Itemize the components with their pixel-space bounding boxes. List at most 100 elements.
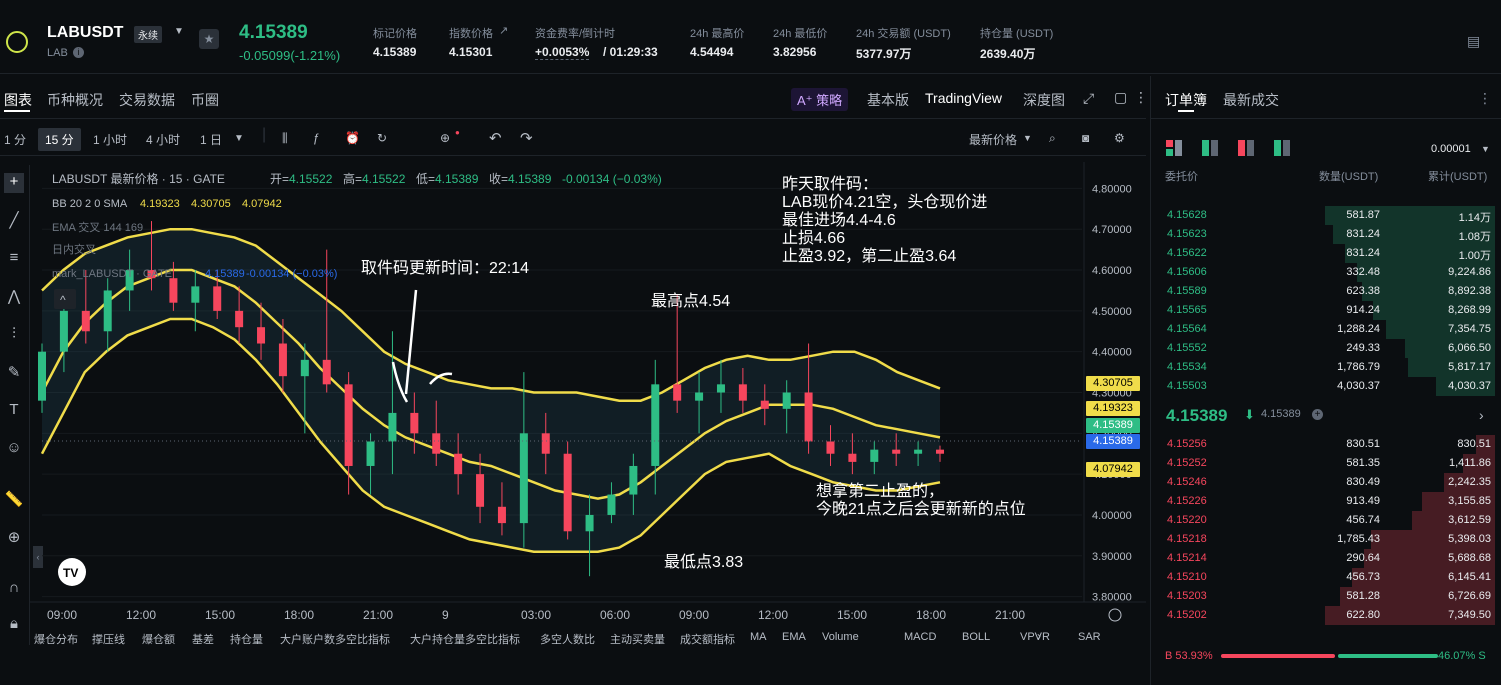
- tab-trading-data[interactable]: 交易数据: [119, 90, 175, 110]
- bid-row[interactable]: 4.15218 1,785.43 5,398.03: [1160, 530, 1495, 549]
- ask-row[interactable]: 4.15628 581.87 1.14万: [1160, 206, 1495, 225]
- camera-icon[interactable]: ◙: [1082, 131, 1089, 145]
- add-icon[interactable]: ⊕: [440, 131, 450, 145]
- candle-type-icon[interactable]: ⫼: [282, 131, 288, 146]
- chevron-up-icon[interactable]: ^: [60, 293, 66, 307]
- horizontal-lines-icon[interactable]: ≡: [4, 249, 24, 269]
- bid-row[interactable]: 4.15202 622.80 7,349.50: [1160, 606, 1495, 625]
- price-chart[interactable]: 取件码更新时间：22:14 昨天取件码： LAB现价4.21空，头仓现价进 最佳…: [30, 162, 1146, 630]
- indicators-icon[interactable]: ƒ: [313, 131, 320, 145]
- bid-row[interactable]: 4.15214 290.64 5,688.68: [1160, 549, 1495, 568]
- ask-row[interactable]: 4.15606 332.48 9,224.86: [1160, 263, 1495, 282]
- orderbook-trades-view-icon[interactable]: [1274, 140, 1292, 156]
- indicator-item[interactable]: 撑压线: [92, 631, 125, 647]
- more-icon[interactable]: ⋮: [1134, 89, 1148, 106]
- replay-icon[interactable]: ↻: [377, 131, 387, 145]
- lock-icon[interactable]: 🔒︎: [4, 615, 24, 635]
- bid-row[interactable]: 4.15226 913.49 3,155.85: [1160, 492, 1495, 511]
- indicator-item[interactable]: VPVR: [1020, 631, 1050, 643]
- interval-4h[interactable]: 4 小时: [146, 131, 180, 148]
- tab-orderbook[interactable]: 订单簿: [1165, 90, 1207, 110]
- indicator-item[interactable]: 多空人数比: [540, 631, 595, 647]
- info-icon[interactable]: i: [73, 47, 84, 58]
- indicator-item[interactable]: EMA: [782, 631, 806, 643]
- ask-row[interactable]: 4.15503 4,030.37 4,030.37: [1160, 377, 1495, 396]
- interval-1d[interactable]: 1 日: [200, 131, 222, 148]
- redo-icon[interactable]: ↷: [520, 129, 533, 147]
- undo-icon[interactable]: ↶: [489, 129, 502, 147]
- more-icon[interactable]: ⋮: [1478, 90, 1492, 107]
- fib-icon[interactable]: ⫶: [4, 325, 24, 345]
- alert-icon[interactable]: ⏰: [345, 131, 360, 145]
- tab-coin-overview[interactable]: 币种概况: [47, 90, 103, 110]
- indicator-item[interactable]: 基差: [192, 631, 214, 647]
- expand-icon[interactable]: ⤢: [1083, 90, 1094, 107]
- pattern-icon[interactable]: ⋀: [4, 287, 24, 307]
- bid-row[interactable]: 4.15252 581.35 1,411.86: [1160, 454, 1495, 473]
- indicator-item[interactable]: MACD: [904, 631, 936, 643]
- settings-gear-icon[interactable]: ⚙: [1114, 131, 1125, 145]
- ask-row[interactable]: 4.15589 623.38 8,892.38: [1160, 282, 1495, 301]
- tab-basic[interactable]: 基本版: [867, 90, 909, 110]
- bid-row[interactable]: 4.15210 456.73 6,145.41: [1160, 568, 1495, 587]
- chevron-down-icon[interactable]: ▼: [174, 26, 184, 37]
- brush-icon[interactable]: ✎: [4, 363, 24, 383]
- fullscreen-icon[interactable]: ▢: [1114, 89, 1127, 106]
- tab-tradingview[interactable]: TradingView: [925, 90, 1002, 106]
- orderbook-bids-view-icon[interactable]: [1202, 140, 1220, 156]
- ask-row[interactable]: 4.15534 1,786.79 5,817.17: [1160, 358, 1495, 377]
- favorite-star-icon[interactable]: ★: [199, 29, 219, 49]
- orderbook-both-view-icon[interactable]: [1166, 140, 1184, 156]
- bid-row[interactable]: 4.15203 581.28 6,726.69: [1160, 587, 1495, 606]
- ask-row[interactable]: 4.15622 831.24 1.00万: [1160, 244, 1495, 263]
- lab-logo-icon: [6, 31, 28, 53]
- text-tool-icon[interactable]: T: [4, 401, 24, 421]
- tab-recent-trades[interactable]: 最新成交: [1223, 90, 1279, 110]
- indicator-item[interactable]: 爆仓分布: [34, 631, 78, 647]
- indicator-item[interactable]: Volume: [822, 631, 859, 643]
- symbol-name[interactable]: LABUSDT: [47, 24, 123, 42]
- book-icon[interactable]: ▤: [1467, 33, 1480, 50]
- bid-row[interactable]: 4.15220 456.74 3,612.59: [1160, 511, 1495, 530]
- search-icon[interactable]: ⌕: [1049, 131, 1056, 146]
- price-tag: 4.15389: [1086, 418, 1140, 433]
- zoom-in-icon[interactable]: ⊕: [4, 528, 24, 548]
- ask-row[interactable]: 4.15564 1,288.24 7,354.75: [1160, 320, 1495, 339]
- ai-strategy-button[interactable]: A⁺ 策略: [791, 88, 849, 111]
- interval-1h[interactable]: 1 小时: [93, 131, 127, 148]
- tab-depth[interactable]: 深度图: [1023, 90, 1065, 110]
- precision-select[interactable]: 0.00001: [1431, 143, 1471, 155]
- interval-15m[interactable]: 15 分: [38, 128, 81, 151]
- indicator-item[interactable]: 大户持仓量多空比指标: [410, 631, 520, 647]
- tab-chart[interactable]: 图表: [4, 90, 32, 110]
- chevron-down-icon[interactable]: ▼: [234, 133, 244, 144]
- price-type-select[interactable]: 最新价格: [969, 131, 1017, 148]
- indicator-item[interactable]: 大户账户数多空比指标: [280, 631, 390, 647]
- trendline-icon[interactable]: ╱: [4, 211, 24, 231]
- interval-1m[interactable]: 1 分: [4, 131, 26, 148]
- bid-row[interactable]: 4.15256 830.51 830.51: [1160, 435, 1495, 454]
- ask-row[interactable]: 4.15552 249.33 6,066.50: [1160, 339, 1495, 358]
- indicator-item[interactable]: 爆仓额: [142, 631, 175, 647]
- chevron-right-icon[interactable]: ›: [1479, 407, 1484, 423]
- indicator-item[interactable]: SAR: [1078, 631, 1101, 643]
- chevron-down-icon[interactable]: ▼: [1481, 144, 1490, 154]
- orderbook-asks-view-icon[interactable]: [1238, 140, 1256, 156]
- indicator-item[interactable]: 持仓量: [230, 631, 263, 647]
- info-icon[interactable]: +: [1312, 409, 1323, 420]
- ruler-icon[interactable]: 📏: [4, 490, 24, 510]
- tab-coin-circle[interactable]: 币圈: [191, 90, 219, 110]
- indicator-item[interactable]: 主动买卖量: [610, 631, 665, 647]
- chevron-down-icon[interactable]: ▼: [1023, 133, 1032, 143]
- chart-settings-icon[interactable]: [1108, 608, 1122, 622]
- crosshair-icon[interactable]: +: [4, 173, 24, 193]
- indicator-item[interactable]: 成交额指标: [680, 631, 735, 647]
- magnet-icon[interactable]: ∩: [4, 579, 24, 599]
- indicator-item[interactable]: BOLL: [962, 631, 990, 643]
- emoji-icon[interactable]: ☺: [4, 439, 24, 459]
- ask-row[interactable]: 4.15623 831.24 1.08万: [1160, 225, 1495, 244]
- ask-row[interactable]: 4.15565 914.24 8,268.99: [1160, 301, 1495, 320]
- indicator-item[interactable]: MA: [750, 631, 767, 643]
- bid-row[interactable]: 4.15246 830.49 2,242.35: [1160, 473, 1495, 492]
- chevron-right-icon[interactable]: ›: [1037, 629, 1041, 643]
